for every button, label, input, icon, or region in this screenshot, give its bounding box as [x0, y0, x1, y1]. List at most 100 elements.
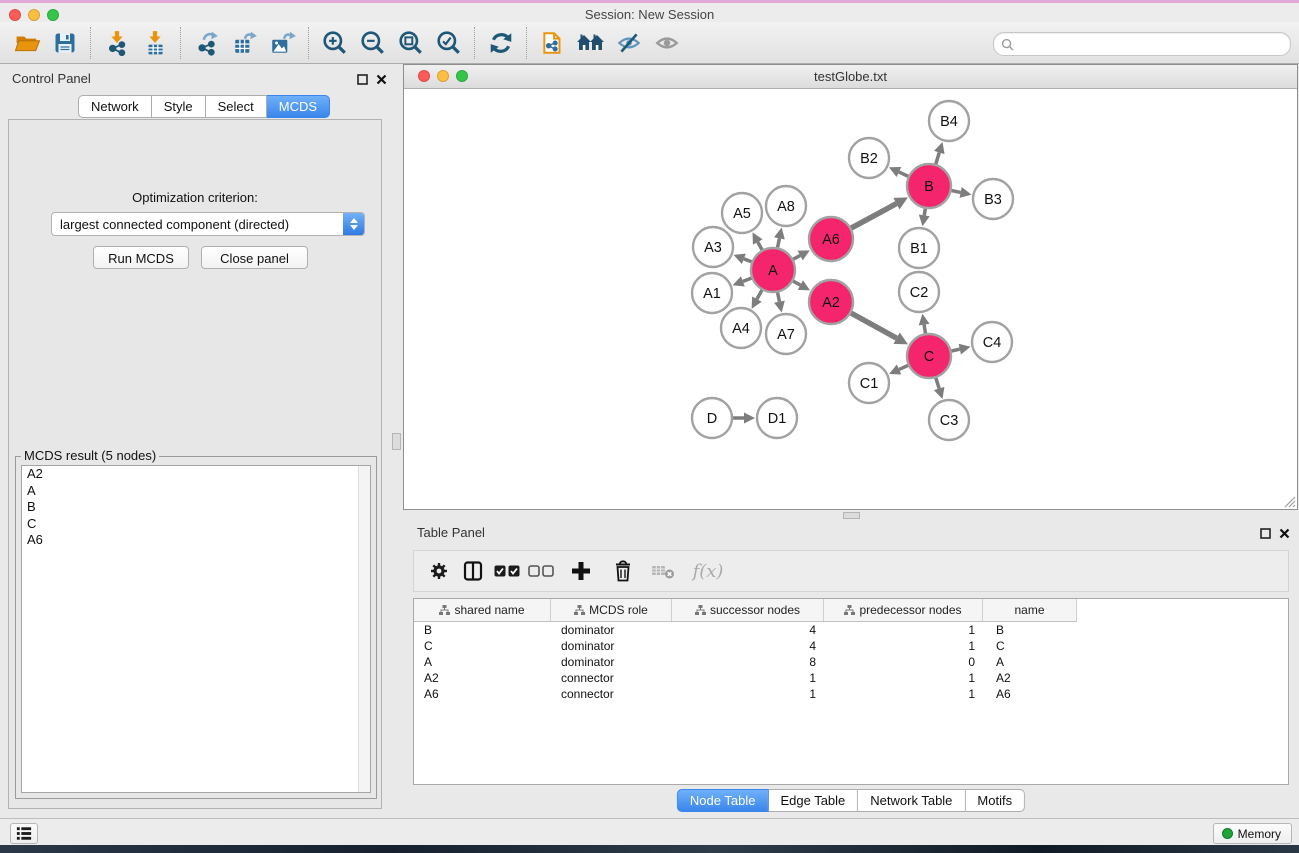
- tab-network[interactable]: Network: [78, 95, 152, 118]
- mcds-result-item[interactable]: A: [22, 483, 370, 500]
- zoom-out-button[interactable]: [355, 26, 391, 60]
- delete-table-button[interactable]: [646, 553, 680, 589]
- edge-B-B3[interactable]: [952, 191, 961, 193]
- save-session-button[interactable]: [47, 26, 83, 60]
- tab-select[interactable]: Select: [206, 95, 267, 118]
- node-B[interactable]: B: [907, 164, 951, 208]
- select-all-rows-button[interactable]: [490, 553, 524, 589]
- table-row[interactable]: A2connector11A2: [414, 670, 1288, 686]
- mcds-result-item[interactable]: A2: [22, 466, 370, 483]
- edge-A-A3[interactable]: [744, 259, 752, 262]
- tab-network-table[interactable]: Network Table: [858, 789, 965, 812]
- delete-column-button[interactable]: [606, 553, 640, 589]
- float-table-panel-icon[interactable]: [1259, 527, 1272, 540]
- node-C1[interactable]: C1: [849, 363, 889, 403]
- column-header-shared-name[interactable]: shared name: [414, 599, 551, 621]
- memory-button[interactable]: Memory: [1213, 823, 1292, 844]
- tab-edge-table[interactable]: Edge Table: [768, 789, 858, 812]
- edge-C-C3[interactable]: [936, 378, 939, 389]
- node-B2[interactable]: B2: [849, 138, 889, 178]
- add-column-button[interactable]: [564, 553, 598, 589]
- edge-C-C1[interactable]: [899, 365, 908, 369]
- zoom-fit-button[interactable]: [393, 26, 429, 60]
- node-D[interactable]: D: [692, 398, 732, 438]
- table-row[interactable]: Bdominator41B: [414, 622, 1288, 638]
- close-panel-button[interactable]: Close panel: [201, 246, 308, 269]
- network-canvas[interactable]: AA1A2A3A4A5A6A7A8BB1B2B3B4CC1C2C3C4DD1: [405, 89, 1296, 509]
- node-D1[interactable]: D1: [757, 398, 797, 438]
- column-header-mcds-role[interactable]: MCDS role: [551, 599, 672, 621]
- tab-motifs[interactable]: Motifs: [965, 789, 1025, 812]
- edge-C-C4[interactable]: [951, 349, 959, 351]
- node-A5[interactable]: A5: [722, 193, 762, 233]
- edge-A-A6[interactable]: [793, 255, 800, 259]
- close-table-panel-icon[interactable]: [1278, 527, 1291, 540]
- import-table-button[interactable]: [137, 26, 173, 60]
- edge-A-A8[interactable]: [778, 238, 780, 247]
- edge-B-B1[interactable]: [924, 209, 925, 216]
- mcds-result-item[interactable]: C: [22, 516, 370, 533]
- refresh-button[interactable]: [483, 26, 519, 60]
- table-settings-button[interactable]: [422, 553, 456, 589]
- mcds-result-item[interactable]: B: [22, 499, 370, 516]
- table-row[interactable]: Cdominator41C: [414, 638, 1288, 654]
- edge-A-A4[interactable]: [757, 290, 762, 299]
- open-session-button[interactable]: [9, 26, 45, 60]
- zoom-selected-button[interactable]: [431, 26, 467, 60]
- node-A4[interactable]: A4: [721, 308, 761, 348]
- close-panel-icon[interactable]: [375, 73, 388, 86]
- list-scrollbar[interactable]: [358, 466, 370, 792]
- tab-mcds[interactable]: MCDS: [267, 95, 330, 118]
- tab-node-table[interactable]: Node Table: [677, 789, 769, 812]
- horizontal-splitter-handle[interactable]: [843, 512, 860, 519]
- column-header-name[interactable]: name: [983, 599, 1077, 621]
- mcds-result-item[interactable]: A6: [22, 532, 370, 549]
- vertical-splitter-handle[interactable]: [392, 433, 401, 450]
- table-row[interactable]: Adominator80A: [414, 654, 1288, 670]
- edge-B-B2[interactable]: [899, 172, 908, 176]
- show-panels-button[interactable]: [649, 26, 685, 60]
- node-A6[interactable]: A6: [809, 217, 853, 261]
- node-A3[interactable]: A3: [693, 227, 733, 267]
- node-A1[interactable]: A1: [692, 273, 732, 313]
- edge-A-A7[interactable]: [778, 293, 780, 302]
- column-header-predecessor-nodes[interactable]: predecessor nodes: [824, 599, 983, 621]
- node-C[interactable]: C: [907, 334, 951, 378]
- deselect-all-rows-button[interactable]: [524, 553, 558, 589]
- edge-A2-C[interactable]: [851, 313, 896, 338]
- node-B4[interactable]: B4: [929, 101, 969, 141]
- table-row[interactable]: A6connector11A6: [414, 686, 1288, 702]
- edge-B-B4[interactable]: [936, 153, 940, 164]
- node-A7[interactable]: A7: [766, 314, 806, 354]
- edge-A-A2[interactable]: [793, 281, 800, 285]
- column-header-successor-nodes[interactable]: successor nodes: [672, 599, 824, 621]
- edge-C-C2[interactable]: [924, 325, 925, 334]
- node-C4[interactable]: C4: [972, 322, 1012, 362]
- edge-A-A5[interactable]: [758, 242, 762, 250]
- node-A[interactable]: A: [751, 248, 795, 292]
- node-B3[interactable]: B3: [973, 179, 1013, 219]
- criterion-dropdown[interactable]: largest connected component (directed): [51, 212, 365, 236]
- home-button[interactable]: [573, 26, 609, 60]
- node-A8[interactable]: A8: [766, 186, 806, 226]
- task-history-button[interactable]: [10, 823, 38, 844]
- resize-grip-icon[interactable]: [1282, 494, 1296, 508]
- node-A2[interactable]: A2: [809, 280, 853, 324]
- float-panel-icon[interactable]: [356, 73, 369, 86]
- tab-style[interactable]: Style: [152, 95, 206, 118]
- node-C2[interactable]: C2: [899, 272, 939, 312]
- hide-panels-button[interactable]: [611, 26, 647, 60]
- import-network-button[interactable]: [99, 26, 135, 60]
- export-network-button[interactable]: [189, 26, 225, 60]
- edge-A6-B[interactable]: [851, 204, 896, 228]
- node-C3[interactable]: C3: [929, 400, 969, 440]
- export-table-button[interactable]: [227, 26, 263, 60]
- network-file-button[interactable]: [535, 26, 571, 60]
- export-image-button[interactable]: [265, 26, 301, 60]
- function-builder-button[interactable]: f(x): [686, 553, 730, 589]
- search-input[interactable]: [1018, 34, 1290, 54]
- zoom-in-button[interactable]: [317, 26, 353, 60]
- run-mcds-button[interactable]: Run MCDS: [93, 246, 189, 269]
- edge-A-A1[interactable]: [743, 278, 752, 281]
- column-visibility-button[interactable]: [456, 553, 490, 589]
